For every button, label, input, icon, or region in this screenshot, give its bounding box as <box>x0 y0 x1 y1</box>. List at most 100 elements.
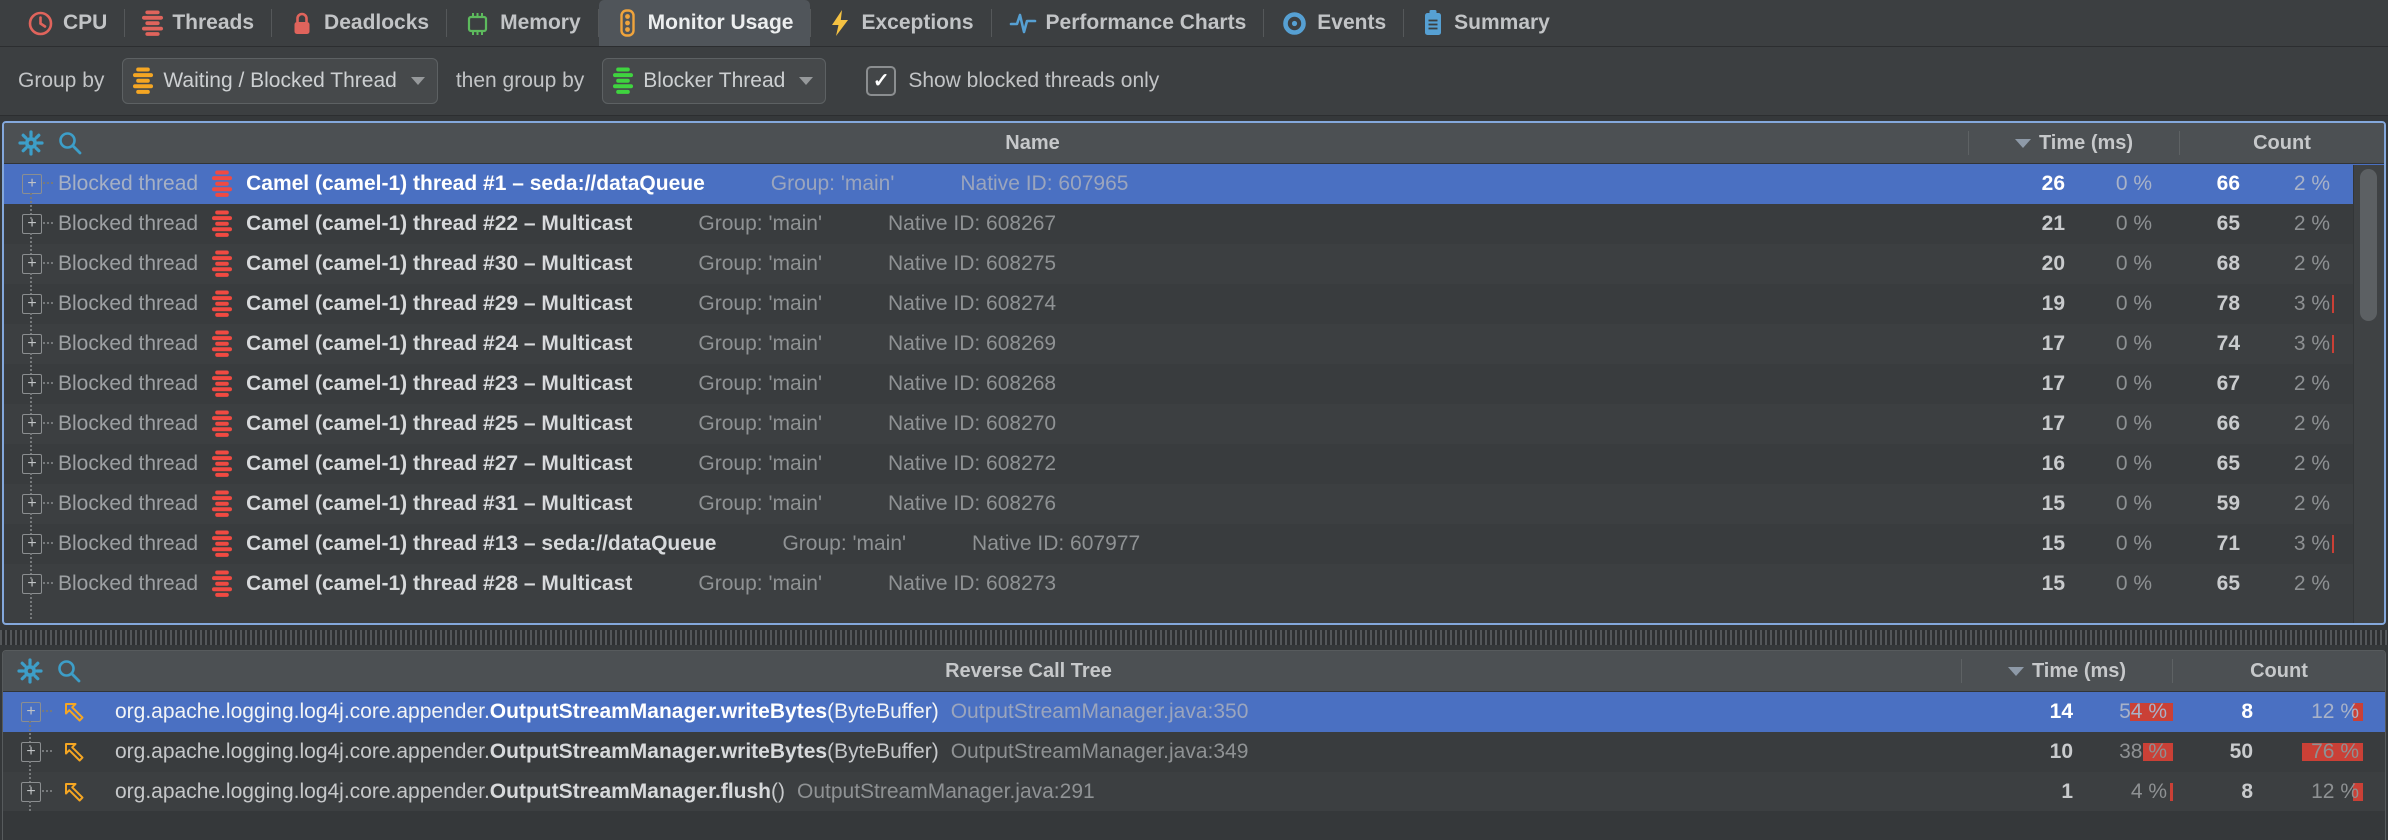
blocked-thread-row[interactable]: + Blocked thread Camel (camel-1) thread … <box>4 284 2384 324</box>
show-blocked-threads-checkbox[interactable]: ✓ <box>866 66 896 96</box>
count-value: 71 <box>2180 532 2240 556</box>
expand-toggle-icon[interactable]: + <box>22 334 42 354</box>
settings-gear-icon[interactable] <box>17 658 43 684</box>
call-tree-row[interactable]: + org.apache.logging.log4j.core.appender… <box>3 772 2385 812</box>
call-tree-title[interactable]: Reverse Call Tree <box>96 660 1961 683</box>
thread-native-id: Native ID: 608267 <box>888 212 1056 236</box>
row-prefix-label: Blocked thread <box>58 572 198 596</box>
expand-toggle-icon[interactable]: + <box>22 374 42 394</box>
tab-deadlocks[interactable]: Deadlocks <box>272 0 446 46</box>
blocked-thread-row[interactable]: + Blocked thread Camel (camel-1) thread … <box>4 244 2384 284</box>
blocked-thread-row[interactable]: + Blocked thread Camel (camel-1) thread … <box>4 524 2384 564</box>
thread-name: Camel (camel-1) thread #30 – Multicast <box>246 252 632 276</box>
thread-name: Camel (camel-1) thread #22 – Multicast <box>246 212 632 236</box>
expand-toggle-icon[interactable]: + <box>22 414 42 434</box>
blocked-thread-row[interactable]: + Blocked thread Camel (camel-1) thread … <box>4 324 2384 364</box>
expand-toggle-icon[interactable]: + <box>21 742 41 762</box>
time-percent: 0 % <box>2065 252 2180 276</box>
expand-toggle-icon[interactable]: + <box>22 534 42 554</box>
expand-toggle-icon[interactable]: + <box>22 574 42 594</box>
row-prefix-label: Blocked thread <box>58 212 198 236</box>
row-prefix-label: Blocked thread <box>58 452 198 476</box>
first-group-dropdown[interactable]: Waiting / Blocked Thread <box>122 58 437 104</box>
blocked-thread-row[interactable]: + Blocked thread Camel (camel-1) thread … <box>4 564 2384 604</box>
thread-icon <box>212 290 232 318</box>
call-tree-row[interactable]: + org.apache.logging.log4j.core.appender… <box>3 732 2385 772</box>
tab-cpu[interactable]: CPU <box>10 0 124 46</box>
show-blocked-threads-label: Show blocked threads only <box>908 69 1159 93</box>
time-percent: 4 % <box>2073 780 2173 804</box>
summary-icon <box>1421 9 1445 37</box>
count-percent: 2 % <box>2240 492 2354 516</box>
source-location: OutputStreamManager.java:291 <box>797 780 1095 804</box>
tab-events[interactable]: Events <box>1264 0 1403 46</box>
count-value: 65 <box>2180 212 2240 236</box>
count-value: 74 <box>2180 332 2240 356</box>
tab-performance-charts[interactable]: Performance Charts <box>992 0 1264 46</box>
expand-toggle-icon[interactable]: + <box>22 494 42 514</box>
blocked-thread-row[interactable]: + Blocked thread Camel (camel-1) thread … <box>4 404 2384 444</box>
thread-native-id: Native ID: 607965 <box>960 172 1128 196</box>
percent-bar <box>2332 295 2334 313</box>
blocked-thread-row[interactable]: + Blocked thread Camel (camel-1) thread … <box>4 364 2384 404</box>
time-column-header[interactable]: Time (ms) <box>1969 132 2179 155</box>
settings-gear-icon[interactable] <box>18 130 44 156</box>
count-percent: 2 % <box>2240 572 2354 596</box>
cpu-icon <box>27 10 54 37</box>
expand-toggle-icon[interactable]: + <box>21 702 41 722</box>
profiler-window: CPUThreadsDeadlocksMemoryMonitor UsageEx… <box>0 0 2388 840</box>
expand-toggle-icon[interactable]: + <box>22 294 42 314</box>
thread-name: Camel (camel-1) thread #27 – Multicast <box>246 452 632 476</box>
time-value: 15 <box>1970 492 2065 516</box>
blocked-thread-row[interactable]: + Blocked thread Camel (camel-1) thread … <box>4 204 2384 244</box>
scrollbar-thumb[interactable] <box>2360 169 2377 321</box>
blocked-thread-row[interactable]: + Blocked thread Camel (camel-1) thread … <box>4 484 2384 524</box>
tab-threads[interactable]: Threads <box>125 0 271 46</box>
blocked-thread-row[interactable]: + Blocked thread Camel (camel-1) thread … <box>4 164 2384 204</box>
blocked-thread-row[interactable]: + Blocked thread Camel (camel-1) thread … <box>4 444 2384 484</box>
time-percent: 54 % <box>2073 700 2173 724</box>
tab-monitor-usage[interactable]: Monitor Usage <box>599 0 811 46</box>
expand-toggle-icon[interactable]: + <box>22 254 42 274</box>
blocker-thread-icon <box>613 67 633 95</box>
panel-splitter[interactable] <box>0 630 2388 645</box>
call-tree-row[interactable]: + org.apache.logging.log4j.core.appender… <box>3 692 2385 732</box>
deadlocks-icon <box>289 10 315 37</box>
count-percent: 12 % <box>2253 780 2385 804</box>
count-value: 59 <box>2180 492 2240 516</box>
expand-toggle-icon[interactable]: + <box>22 174 42 194</box>
time-value: 14 <box>1963 700 2073 724</box>
time-percent: 0 % <box>2065 532 2180 556</box>
thread-name: Camel (camel-1) thread #24 – Multicast <box>246 332 632 356</box>
count-percent: 2 % <box>2240 372 2354 396</box>
time-value: 10 <box>1963 740 2073 764</box>
count-value: 50 <box>2173 740 2253 764</box>
count-column-header[interactable]: Count <box>2173 660 2385 683</box>
row-prefix-label: Blocked thread <box>58 492 198 516</box>
thread-name: Camel (camel-1) thread #25 – Multicast <box>246 412 632 436</box>
time-value: 26 <box>1970 172 2065 196</box>
time-column-header[interactable]: Time (ms) <box>1962 660 2172 683</box>
thread-icon <box>212 410 232 438</box>
tab-summary[interactable]: Summary <box>1404 0 1567 46</box>
memory-icon <box>464 10 491 37</box>
search-icon[interactable] <box>57 130 83 156</box>
thread-group: Group: 'main' <box>698 252 822 276</box>
time-percent: 0 % <box>2065 372 2180 396</box>
second-group-dropdown[interactable]: Blocker Thread <box>602 58 826 104</box>
vertical-scrollbar[interactable] <box>2353 165 2384 623</box>
time-percent: 0 % <box>2065 572 2180 596</box>
expand-toggle-icon[interactable]: + <box>21 782 41 802</box>
tab-exceptions[interactable]: Exceptions <box>811 0 990 46</box>
thread-group: Group: 'main' <box>782 532 906 556</box>
name-column-header[interactable]: Name <box>97 132 1968 155</box>
search-icon[interactable] <box>56 658 82 684</box>
count-column-header[interactable]: Count <box>2180 132 2384 155</box>
expand-toggle-icon[interactable]: + <box>22 214 42 234</box>
tab-memory[interactable]: Memory <box>447 0 598 46</box>
percent-bar <box>2170 783 2173 801</box>
expand-toggle-icon[interactable]: + <box>22 454 42 474</box>
reverse-call-arrow-icon <box>61 739 87 765</box>
thread-native-id: Native ID: 608272 <box>888 452 1056 476</box>
thread-native-id: Native ID: 608276 <box>888 492 1056 516</box>
